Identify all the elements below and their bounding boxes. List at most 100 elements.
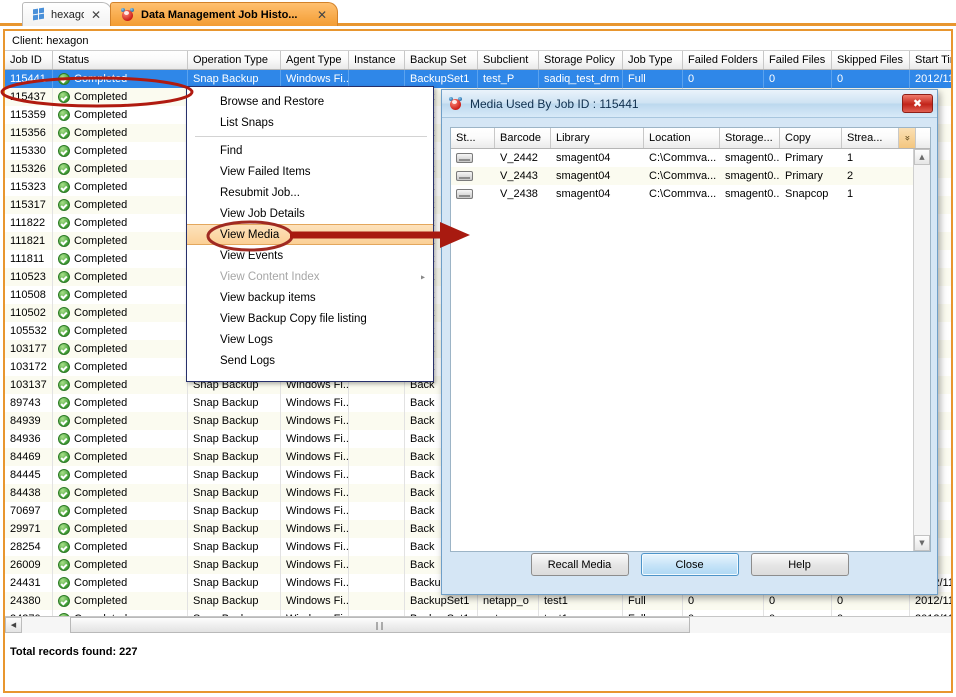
cell-job-id: 84939 [5, 412, 53, 430]
windows-icon [33, 8, 46, 21]
media-scroll-up-icon[interactable]: ▲ [914, 149, 930, 165]
cell-job-id: 84469 [5, 448, 53, 466]
status-label: Completed [74, 361, 127, 373]
menu-item-browse-and-restore[interactable]: Browse and Restore [187, 91, 433, 112]
menu-item-view-logs[interactable]: View Logs [187, 329, 433, 350]
cell-agent-type: Windows Fi... [281, 394, 349, 412]
column-header-instance[interactable]: Instance [349, 51, 405, 69]
cell-operation-type: Snap Backup [188, 502, 281, 520]
scroll-left-arrow-icon[interactable]: ◀ [5, 617, 22, 633]
menu-item-view-backup-copy-file-listing[interactable]: View Backup Copy file listing [187, 308, 433, 329]
cell-status: Completed [53, 358, 188, 376]
cell-status: Completed [53, 214, 188, 232]
media-table-body[interactable]: V_2442smagent04C:\Commva...smagent0...Pr… [451, 149, 930, 203]
green-check-icon [58, 271, 70, 283]
help-button[interactable]: Help [751, 553, 849, 576]
cell-job-id: 115323 [5, 178, 53, 196]
cell-job-id: 29971 [5, 520, 53, 538]
menu-item-view-failed-items[interactable]: View Failed Items [187, 161, 433, 182]
green-check-icon [58, 361, 70, 373]
client-label: Client: hexagon [12, 35, 88, 47]
recall-media-button[interactable]: Recall Media [531, 553, 629, 576]
hscroll-track[interactable]: ‖‖ [22, 617, 951, 633]
media-column-header-storage-[interactable]: Storage... [720, 128, 780, 148]
status-label: Completed [74, 505, 127, 517]
menu-item-find[interactable]: Find [187, 140, 433, 161]
cell-agent-type: Windows Fi... [281, 520, 349, 538]
media-table-row[interactable]: V_2443smagent04C:\Commva...smagent0...Pr… [451, 167, 930, 185]
table-row[interactable]: 115441CompletedSnap BackupWindows Fi...B… [5, 70, 951, 88]
tab-hexagon-label: hexagon [51, 9, 84, 21]
cell-status: Completed [53, 484, 188, 502]
column-header-backup-set[interactable]: Backup Set [405, 51, 478, 69]
menu-item-list-snaps[interactable]: List Snaps [187, 112, 433, 133]
status-label: Completed [74, 469, 127, 481]
media-column-header-barcode[interactable]: Barcode [495, 128, 551, 148]
status-label: Completed [74, 199, 127, 211]
column-header-status[interactable]: Status [53, 51, 188, 69]
column-header-job-id[interactable]: Job ID [5, 51, 53, 69]
menu-item-label: View backup items [220, 292, 316, 304]
status-label: Completed [74, 523, 127, 535]
status-label: Completed [74, 343, 127, 355]
column-header-job-type[interactable]: Job Type [623, 51, 683, 69]
column-header-skipped-files[interactable]: Skipped Files [832, 51, 910, 69]
tab-hexagon-close-icon[interactable]: ✕ [89, 9, 103, 21]
cell-operation-type: Snap Backup [188, 430, 281, 448]
tab-data-management-job-history[interactable]: Data Management Job Histo... ✕ [110, 2, 338, 26]
cell-status: Completed [53, 538, 188, 556]
green-check-icon [58, 469, 70, 481]
close-button[interactable]: Close [641, 553, 739, 576]
cell-job-id: 111821 [5, 232, 53, 250]
column-header-start-time[interactable]: Start Time [910, 51, 951, 69]
job-context-menu[interactable]: Browse and RestoreList Snaps FindView Fai… [186, 86, 434, 382]
cell-start-time: 2012/11/... [910, 70, 951, 88]
menu-item-view-job-details[interactable]: View Job Details [187, 203, 433, 224]
green-check-icon [58, 379, 70, 391]
cell-status: Completed [53, 412, 188, 430]
cell-instance [349, 556, 405, 574]
cell-job-id: 24431 [5, 574, 53, 592]
column-header-failed-folders[interactable]: Failed Folders [683, 51, 764, 69]
column-header-subclient[interactable]: Subclient [478, 51, 539, 69]
media-scroll-down-icon[interactable]: ▼ [914, 535, 930, 551]
media-table-row[interactable]: V_2438smagent04C:\Commva...smagent0...Sn… [451, 185, 930, 203]
media-table-row[interactable]: V_2442smagent04C:\Commva...smagent0...Pr… [451, 149, 930, 167]
media-column-header-location[interactable]: Location [644, 128, 720, 148]
cell-agent-type: Windows Fi... [281, 574, 349, 592]
green-check-icon [58, 595, 70, 607]
menu-item-view-media[interactable]: View Media [187, 224, 433, 245]
media-column-header-library[interactable]: Library [551, 128, 644, 148]
column-header-failed-files[interactable]: Failed Files [764, 51, 832, 69]
media-cell-location: C:\Commva... [644, 149, 720, 167]
dialog-title: Media Used By Job ID : 115441 [464, 97, 902, 111]
media-cell-storage: smagent0... [720, 149, 780, 167]
media-cell-library: smagent04 [551, 149, 644, 167]
green-check-icon [58, 109, 70, 121]
column-header-operation-type[interactable]: Operation Type [188, 51, 281, 69]
cell-status: Completed [53, 196, 188, 214]
status-label: Completed [74, 73, 127, 85]
tab-data-management-job-history-close-icon[interactable]: ✕ [315, 9, 329, 21]
media-column-header-copy[interactable]: Copy [780, 128, 842, 148]
dialog-close-button[interactable]: ✖ [902, 94, 933, 113]
tab-hexagon[interactable]: hexagon ✕ [22, 2, 112, 26]
media-table-vertical-scrollbar[interactable]: ▲ ▼ [913, 149, 930, 551]
cell-instance [349, 484, 405, 502]
hscroll-thumb[interactable]: ‖‖ [70, 617, 690, 633]
media-table[interactable]: St...BarcodeLibraryLocationStorage...Cop… [450, 127, 931, 552]
media-used-dialog[interactable]: Media Used By Job ID : 115441 ✖ St...Bar… [441, 89, 938, 595]
cell-status: Completed [53, 250, 188, 268]
media-column-header-strea-[interactable]: Strea... [842, 128, 899, 148]
menu-item-view-events[interactable]: View Events [187, 245, 433, 266]
cell-status: Completed [53, 268, 188, 286]
column-header-agent-type[interactable]: Agent Type [281, 51, 349, 69]
job-grid-horizontal-scrollbar[interactable]: ◀ ‖‖ [5, 616, 951, 633]
menu-item-view-backup-items[interactable]: View backup items [187, 287, 433, 308]
double-chevron-down-icon[interactable]: » [899, 128, 916, 148]
menu-item-send-logs[interactable]: Send Logs [187, 350, 433, 371]
media-column-header-st-[interactable]: St... [451, 128, 495, 148]
cell-instance [349, 538, 405, 556]
column-header-storage-policy[interactable]: Storage Policy [539, 51, 623, 69]
menu-item-resubmit-job[interactable]: Resubmit Job... [187, 182, 433, 203]
